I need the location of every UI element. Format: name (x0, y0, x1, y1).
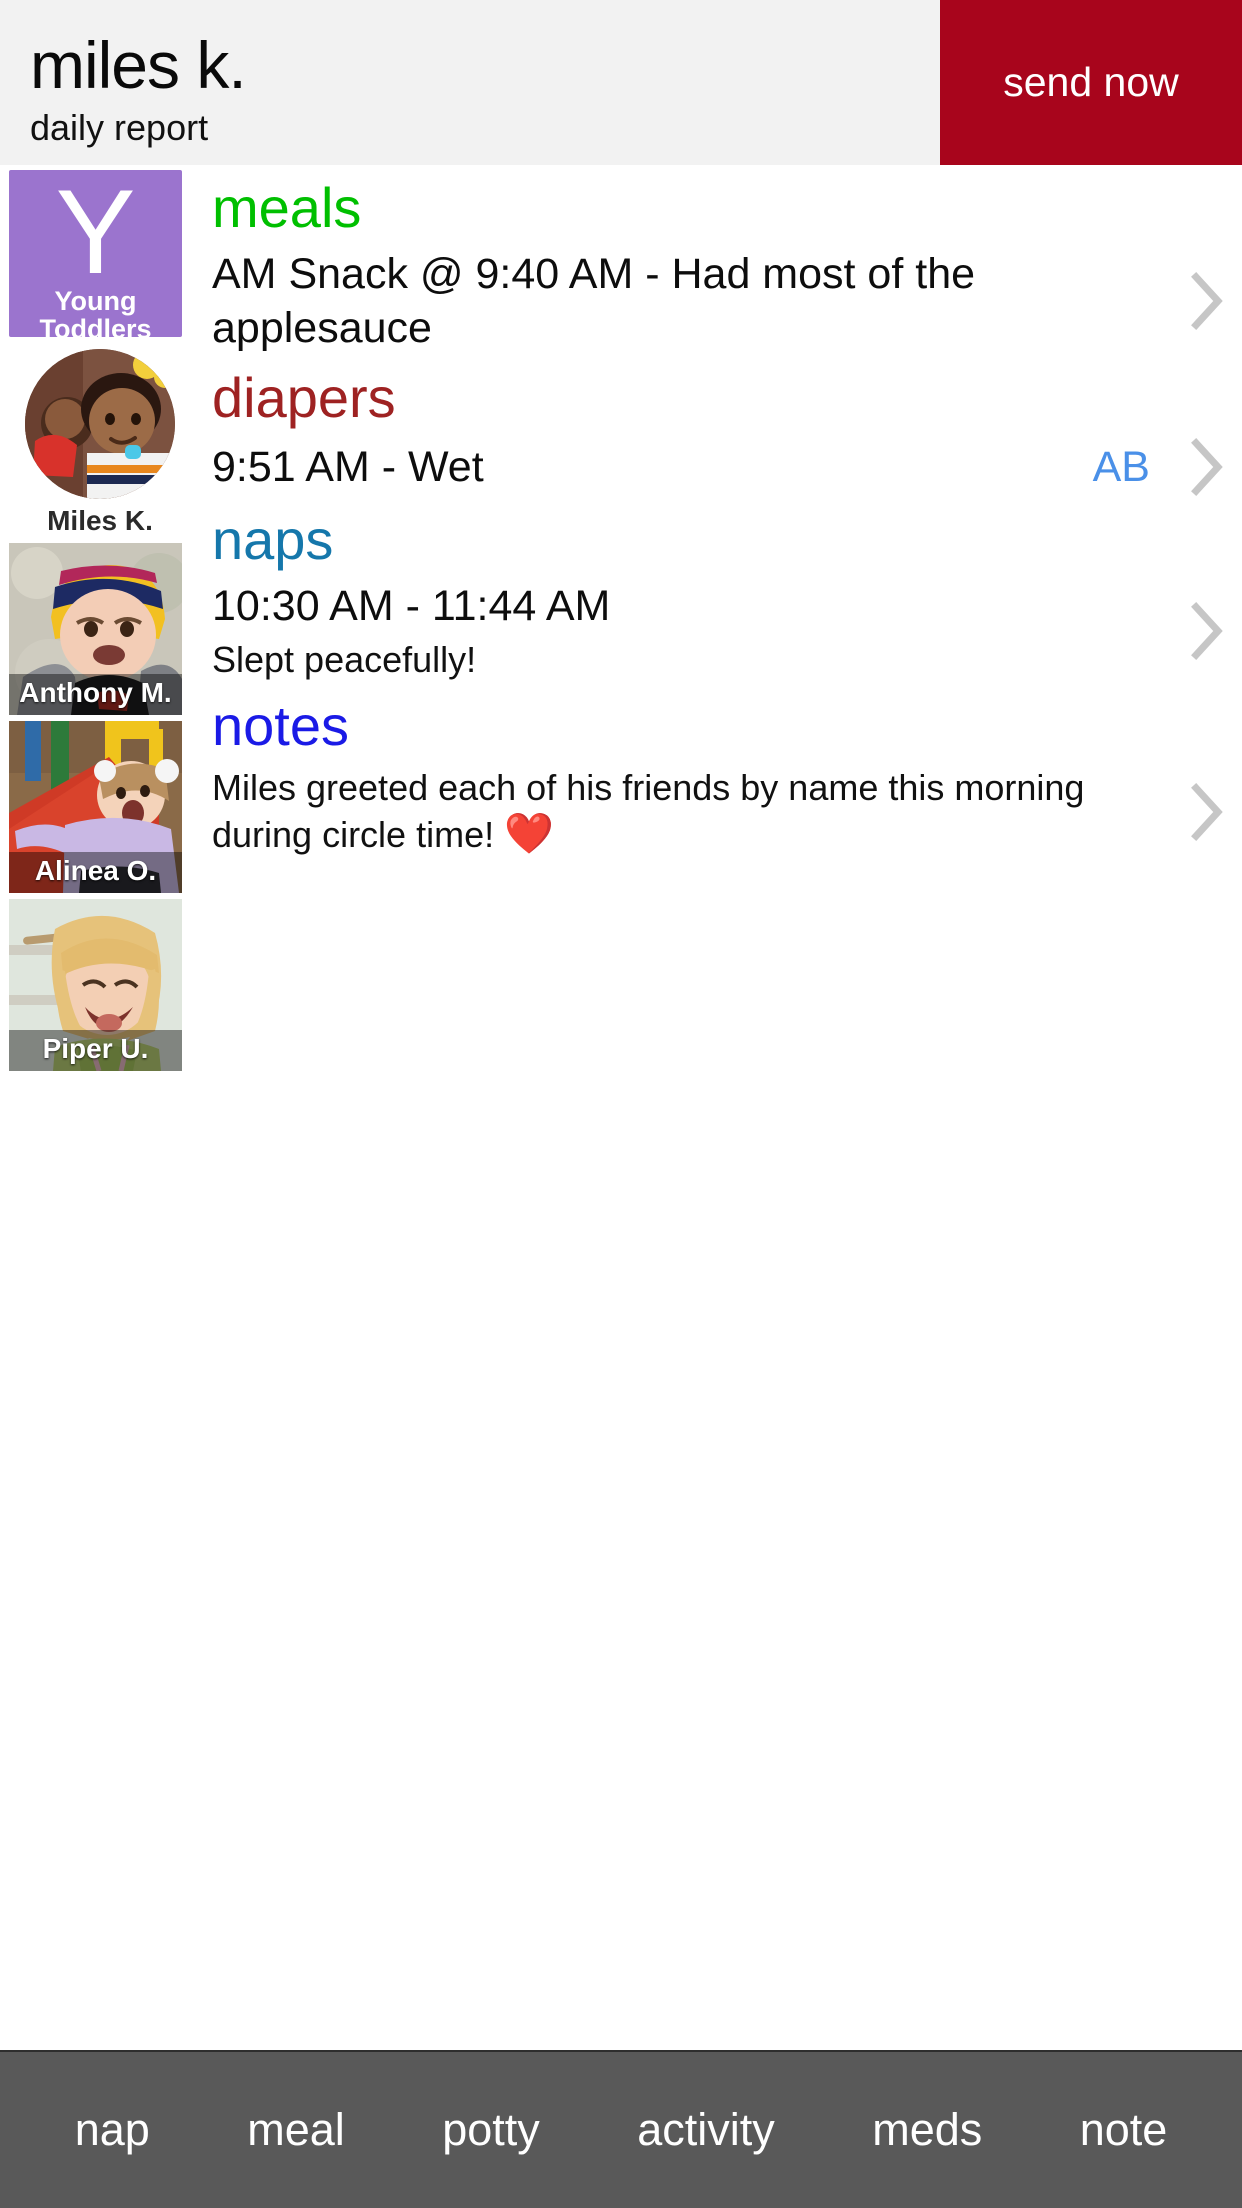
section-title-meals: meals (212, 176, 362, 239)
chevron-right-icon[interactable] (1172, 782, 1242, 842)
meals-row-body: AM Snack @ 9:40 AM - Had most of the app… (212, 247, 1172, 355)
section-naps: naps 10:30 AM - 11:44 AM Slept peacefull… (200, 497, 1242, 683)
notes-row[interactable]: Miles greeted each of his friends by nam… (200, 765, 1242, 858)
toolbar-item-potty[interactable]: potty (442, 2104, 540, 2156)
section-title-diapers: diapers (212, 366, 396, 429)
chevron-right-icon[interactable] (1172, 601, 1242, 661)
classroom-name-line2: Toddlers (39, 314, 152, 337)
meals-entry-text: AM Snack @ 9:40 AM - Had most of the app… (212, 250, 976, 352)
chevron-right-icon[interactable] (1172, 437, 1242, 497)
section-meals: meals AM Snack @ 9:40 AM - Had most of t… (200, 165, 1242, 355)
notes-entry-text: Miles greeted each of his friends by nam… (212, 765, 1162, 858)
toolbar-item-meal[interactable]: meal (247, 2104, 345, 2156)
naps-row[interactable]: 10:30 AM - 11:44 AM Slept peacefully! (200, 579, 1242, 683)
page-title: miles k. (30, 27, 247, 102)
toolbar-item-note[interactable]: note (1080, 2104, 1168, 2156)
sidebar-item-piper-u[interactable]: Piper U. (9, 899, 182, 1071)
naps-detail-text: Slept peacefully! (212, 639, 477, 680)
chevron-right-icon[interactable] (1172, 271, 1242, 331)
naps-entry-text: 10:30 AM - 11:44 AM (212, 582, 611, 630)
classroom-name-line1: Young (54, 286, 137, 316)
section-notes: notes Miles greeted each of his friends … (200, 683, 1242, 858)
notes-row-body: Miles greeted each of his friends by nam… (212, 765, 1172, 858)
diapers-entry-text: 9:51 AM - Wet (212, 443, 484, 491)
classroom-tile-young-toddlers[interactable]: Y Young Toddlers (9, 170, 182, 337)
send-now-button[interactable]: send now (940, 0, 1242, 165)
toolbar-item-meds[interactable]: meds (872, 2104, 982, 2156)
sidebar-item-label: Anthony M. (9, 674, 182, 715)
sidebar-item-miles-k[interactable]: Miles K. (0, 337, 200, 537)
diapers-row-body: 9:51 AM - Wet (212, 440, 1093, 494)
diapers-row[interactable]: 9:51 AM - Wet AB (200, 437, 1242, 497)
heart-icon: ❤️ (504, 812, 554, 856)
toolbar-item-activity[interactable]: activity (637, 2104, 775, 2156)
sidebar-item-anthony-m[interactable]: Anthony M. (9, 543, 182, 715)
section-diapers: diapers 9:51 AM - Wet AB (200, 355, 1242, 497)
avatar (25, 349, 175, 499)
section-title-notes: notes (212, 694, 349, 757)
sidebar-item-label: Miles K. (47, 505, 153, 536)
bottom-toolbar: nap meal potty activity meds note (0, 2050, 1242, 2208)
classroom-initial: Y (55, 170, 136, 299)
staff-initials-badge: AB (1092, 442, 1150, 491)
toolbar-item-nap[interactable]: nap (75, 2104, 150, 2156)
children-sidebar[interactable]: Y Young Toddlers Miles K. Anthony M. Ali… (0, 165, 200, 2050)
app-header: miles k. daily report send now (0, 0, 1242, 165)
section-title-naps: naps (212, 508, 334, 571)
notes-entry-label: Miles greeted each of his friends by nam… (212, 767, 1085, 855)
sidebar-item-alinea-o[interactable]: Alinea O. (9, 721, 182, 893)
naps-row-body: 10:30 AM - 11:44 AM Slept peacefully! (212, 579, 1172, 683)
sidebar-item-label: Alinea O. (9, 852, 182, 893)
daily-report-content: meals AM Snack @ 9:40 AM - Had most of t… (200, 165, 1242, 2050)
sidebar-item-label: Piper U. (9, 1030, 182, 1071)
header-titles: miles k. daily report (0, 0, 940, 165)
app-screen: miles k. daily report send now Y Young T… (0, 0, 1242, 2208)
page-subtitle: daily report (30, 106, 209, 148)
meals-row[interactable]: AM Snack @ 9:40 AM - Had most of the app… (200, 247, 1242, 355)
